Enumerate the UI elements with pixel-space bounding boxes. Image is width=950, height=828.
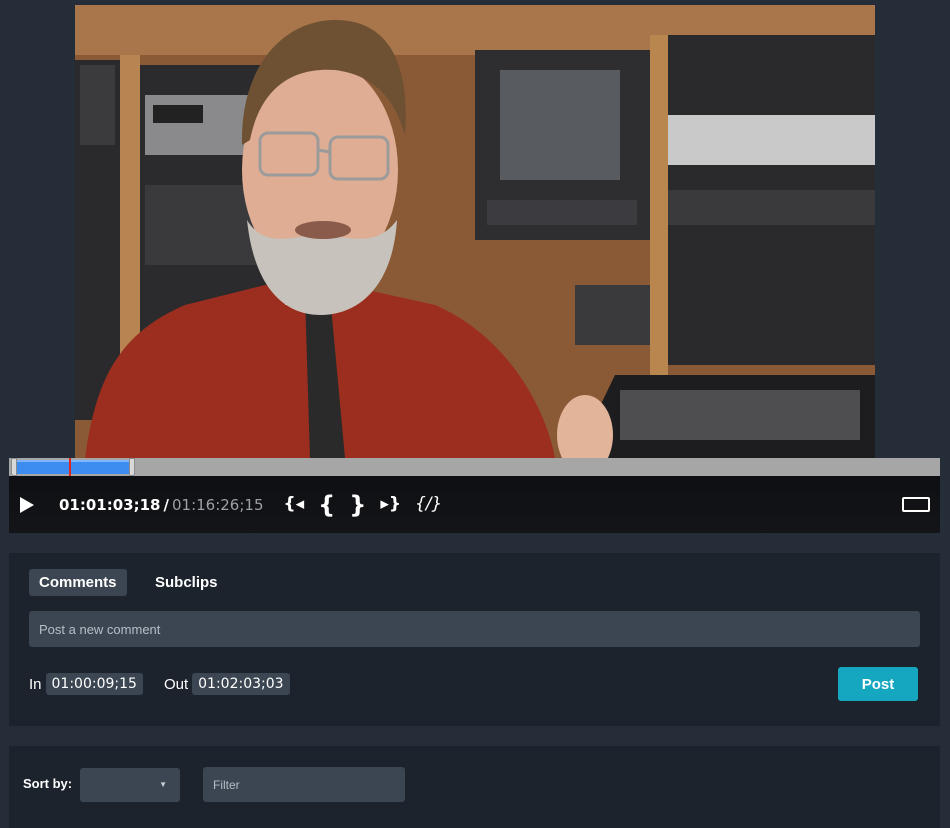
sort-dropdown[interactable]: ▼	[80, 768, 180, 802]
play-icon	[20, 496, 34, 513]
mark-in-button[interactable]: {	[318, 493, 335, 517]
in-out-row: In 01:00:09;15 Out 01:02:03;03	[29, 673, 290, 695]
go-to-out-button[interactable]: ▸}	[380, 496, 401, 513]
go-to-in-button[interactable]: {◂	[284, 496, 305, 513]
sort-label: Sort by:	[23, 776, 73, 791]
selected-range	[17, 460, 135, 474]
video-frame[interactable]	[75, 5, 875, 458]
post-button[interactable]: Post	[838, 667, 918, 701]
in-label: In	[29, 675, 42, 693]
timecode-display: 01:01:03;18/01:16:26;15	[59, 496, 264, 514]
mark-controls: {◂ { } ▸} {/}	[284, 493, 457, 517]
mark-out-button[interactable]: }	[349, 493, 366, 517]
in-timecode[interactable]: 01:00:09;15	[45, 673, 143, 695]
clear-marks-button[interactable]: {/}	[415, 496, 442, 513]
sort-filter-panel: Sort by: ▼	[9, 746, 940, 828]
comments-panel: Comments Subclips In 01:00:09;15 Out 01:…	[9, 553, 940, 726]
fullscreen-icon[interactable]	[902, 497, 930, 512]
out-timecode[interactable]: 01:02:03;03	[192, 673, 290, 695]
video-still-image	[75, 5, 875, 458]
in-point-handle[interactable]	[11, 458, 17, 476]
comment-input[interactable]	[29, 611, 920, 647]
timecode-separator: /	[163, 495, 169, 514]
filter-input[interactable]	[203, 767, 405, 802]
tab-subclips[interactable]: Subclips	[145, 569, 228, 596]
out-point-handle[interactable]	[129, 458, 135, 476]
play-button[interactable]	[19, 495, 37, 515]
timeline-scrubber[interactable]	[9, 458, 940, 476]
total-duration: 01:16:26;15	[171, 495, 264, 514]
playhead[interactable]	[69, 458, 71, 476]
player-controls: 01:01:03;18/01:16:26;15 {◂ { } ▸} {/}	[9, 476, 940, 533]
tab-comments[interactable]: Comments	[29, 569, 127, 596]
out-label: Out	[163, 675, 189, 693]
current-timecode: 01:01:03;18	[59, 495, 161, 514]
chevron-down-icon: ▼	[159, 780, 167, 789]
